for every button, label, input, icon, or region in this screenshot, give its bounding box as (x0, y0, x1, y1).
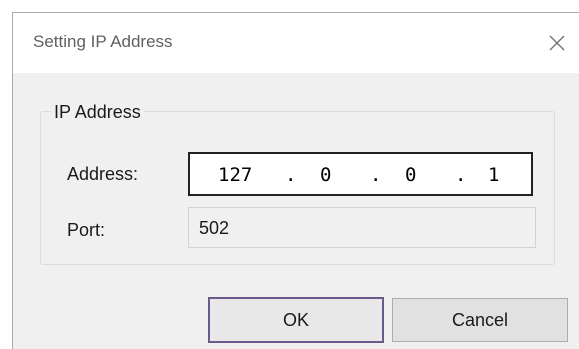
ip-address-input[interactable]: 127 . 0 . 0 . 1 (188, 152, 533, 196)
close-icon (549, 35, 565, 51)
groupbox-label: IP Address (51, 101, 144, 123)
close-button[interactable] (535, 13, 579, 73)
ip-octet-3[interactable]: 0 (405, 164, 416, 186)
ip-octet-4[interactable]: 1 (488, 164, 499, 186)
ip-dot-2: . (370, 164, 382, 186)
port-value: 502 (199, 218, 230, 238)
ip-dot-3: . (455, 164, 467, 186)
ok-button[interactable]: OK (208, 297, 384, 343)
ip-octet-2[interactable]: 0 (320, 164, 331, 186)
address-label: Address: (67, 164, 139, 184)
cancel-button[interactable]: Cancel (392, 298, 568, 342)
ip-address-dialog: Setting IP Address IP Address Address: 1… (12, 12, 579, 349)
ip-octet-1[interactable]: 127 (218, 164, 252, 186)
title-bar: Setting IP Address (13, 13, 579, 73)
dialog-title: Setting IP Address (33, 32, 173, 51)
port-field: 502 (188, 207, 536, 248)
ip-dot-1: . (285, 164, 297, 186)
port-label: Port: (67, 220, 106, 240)
dialog-body: IP Address Address: 127 . 0 . 0 . 1 Port… (13, 73, 579, 349)
